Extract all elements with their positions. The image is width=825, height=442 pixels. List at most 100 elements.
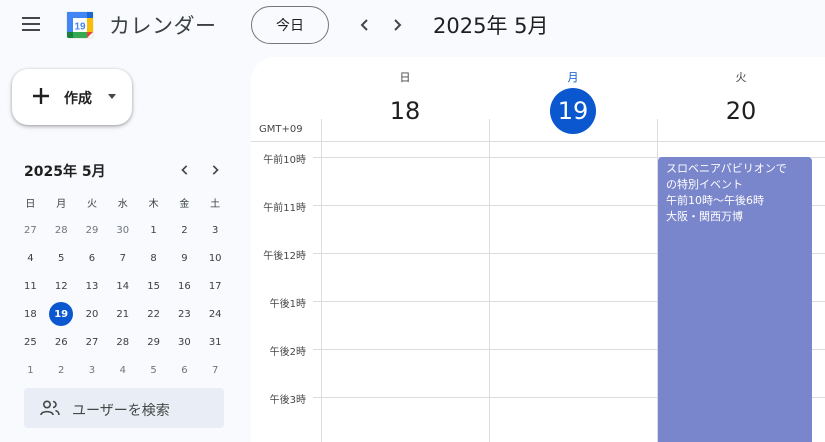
day-of-week-label: 日 [399, 71, 411, 84]
mini-calendar-day[interactable]: 7 [107, 244, 138, 272]
day-number[interactable]: 18 [382, 88, 428, 134]
week-view: 日 18 月 19 火 20 GMT+09 午前10時 午前11時 午後12時 … [251, 57, 825, 442]
people-icon [40, 400, 60, 416]
mini-calendar-day[interactable]: 7 [200, 356, 231, 384]
mini-calendar-day[interactable]: 21 [107, 300, 138, 328]
mini-calendar-day[interactable]: 23 [169, 300, 200, 328]
mini-calendar-day[interactable]: 4 [15, 244, 46, 272]
mini-calendar-day[interactable]: 22 [138, 300, 169, 328]
day-number[interactable]: 20 [718, 88, 764, 134]
day-number-today[interactable]: 19 [550, 88, 596, 134]
event-title: スロベニアパビリオンで [666, 162, 787, 175]
mini-calendar-day[interactable]: 3 [77, 356, 108, 384]
mini-calendar-day[interactable]: 28 [46, 216, 77, 244]
day-header-tuesday[interactable]: 火 20 [657, 57, 825, 141]
mini-calendar-day[interactable]: 10 [200, 244, 231, 272]
mini-calendar-day[interactable]: 15 [138, 272, 169, 300]
day-number: 24 [208, 308, 222, 320]
mini-calendar-day[interactable]: 6 [77, 244, 108, 272]
mini-calendar-day[interactable]: 1 [15, 356, 46, 384]
chevron-right-icon [212, 165, 219, 175]
mini-calendar-day[interactable]: 30 [107, 216, 138, 244]
mini-calendar-day[interactable]: 29 [138, 328, 169, 356]
day-number: 18 [24, 308, 37, 320]
mini-calendar-day[interactable]: 2 [46, 356, 77, 384]
mini-calendar-day[interactable]: 4 [107, 356, 138, 384]
mini-calendar-day[interactable]: 30 [169, 328, 200, 356]
day-number: 11 [24, 280, 37, 292]
mini-calendar-day[interactable]: 9 [169, 244, 200, 272]
day-number: 6 [88, 252, 96, 264]
mini-calendar-day[interactable]: 26 [46, 328, 77, 356]
mini-calendar-day-selected[interactable]: 19 [46, 300, 77, 328]
day-number: 30 [116, 224, 130, 236]
mini-calendar-day[interactable]: 27 [15, 216, 46, 244]
calendar-logo-icon[interactable]: 19 [64, 9, 96, 41]
mini-calendar-day[interactable]: 8 [138, 244, 169, 272]
menu-icon-bar [22, 17, 40, 19]
weekday-header: 木 [148, 198, 159, 210]
search-users-label: ユーザーを検索 [72, 403, 170, 419]
mini-calendar-prev-button[interactable] [175, 160, 195, 180]
day-number: 6 [181, 364, 188, 376]
day-number: 10 [208, 252, 222, 264]
mini-calendar-day[interactable]: 16 [169, 272, 200, 300]
day-number: 16 [178, 280, 191, 292]
mini-calendar-day[interactable]: 25 [15, 328, 46, 356]
mini-calendar-day[interactable]: 2 [169, 216, 200, 244]
mini-calendar-day[interactable]: 29 [77, 216, 108, 244]
day-number: 22 [147, 308, 160, 320]
mini-calendar-day[interactable]: 28 [107, 328, 138, 356]
mini-calendar-day[interactable]: 3 [200, 216, 231, 244]
timezone-label: GMT+09 [259, 124, 303, 135]
today-button[interactable]: 今日 [251, 6, 329, 44]
day-number: 30 [178, 336, 191, 348]
create-button[interactable]: 作成 [12, 69, 132, 125]
main-menu-button[interactable] [22, 16, 42, 32]
day-number: 2 [181, 224, 188, 236]
event-time: 午前10時～午後6時 [666, 194, 764, 207]
mini-calendar-next-button[interactable] [205, 160, 225, 180]
mini-calendar-day[interactable]: 14 [107, 272, 138, 300]
day-number: 29 [85, 224, 99, 236]
hour-label: 午後12時 [263, 251, 306, 262]
day-of-week-label: 月 [567, 71, 579, 84]
mini-calendar-day[interactable]: 17 [200, 272, 231, 300]
day-number: 7 [211, 364, 219, 376]
previous-period-button[interactable] [353, 13, 377, 37]
mini-calendar-day[interactable]: 12 [46, 272, 77, 300]
mini-calendar-day[interactable]: 20 [77, 300, 108, 328]
mini-calendar-day[interactable]: 13 [77, 272, 108, 300]
mini-calendar-week-row: 27 28 29 30 1 2 3 [15, 216, 231, 244]
hour-label: 午後2時 [269, 347, 306, 358]
next-period-button[interactable] [385, 13, 409, 37]
calendar-event[interactable]: スロベニアパビリオンで の特別イベント 午前10時～午後6時 大阪・関西万博 [658, 157, 812, 442]
event-title-continued: の特別イベント [666, 178, 743, 191]
mini-calendar-day[interactable]: 5 [46, 244, 77, 272]
event-location: 大阪・関西万博 [666, 210, 743, 223]
day-number: 5 [58, 252, 65, 264]
mini-calendar-day[interactable]: 5 [138, 356, 169, 384]
current-period-title: 2025年 5月 [433, 14, 549, 38]
mini-calendar-week-row: 25 26 27 28 29 30 31 [15, 328, 231, 356]
mini-calendar-day[interactable]: 18 [15, 300, 46, 328]
mini-calendar-day[interactable]: 6 [169, 356, 200, 384]
mini-calendar-day[interactable]: 11 [15, 272, 46, 300]
mini-calendar-day[interactable]: 31 [200, 328, 231, 356]
day-header-sunday[interactable]: 日 18 [321, 57, 489, 141]
day-number: 27 [85, 336, 99, 348]
mini-calendar-week-row: 11 12 13 14 15 16 17 [15, 272, 231, 300]
day-header-monday[interactable]: 月 19 [489, 57, 657, 141]
day-number: 23 [178, 308, 191, 320]
logo-day-number: 19 [74, 22, 86, 33]
hour-label: 午後3時 [269, 395, 306, 406]
search-users-button[interactable]: ユーザーを検索 [24, 388, 224, 428]
hour-label: 午前11時 [263, 203, 306, 214]
caret-down-icon [108, 94, 116, 99]
weekday-header: 月 [56, 198, 67, 210]
mini-calendar-day[interactable]: 24 [200, 300, 231, 328]
mini-calendar-day[interactable]: 1 [138, 216, 169, 244]
selected-day-number: 19 [49, 302, 74, 326]
day-number: 25 [24, 336, 37, 348]
mini-calendar-day[interactable]: 27 [77, 328, 108, 356]
